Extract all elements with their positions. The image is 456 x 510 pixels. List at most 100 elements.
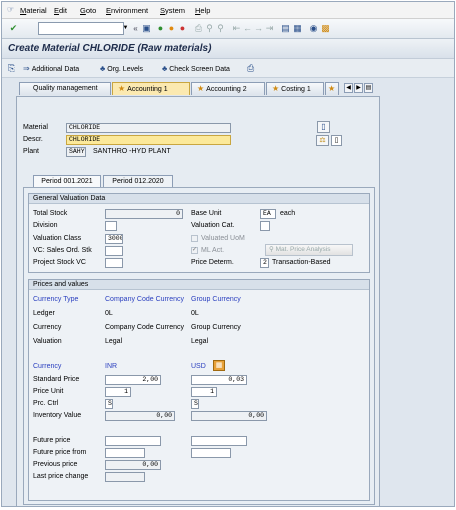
find-icon[interactable]: ⚲ xyxy=(204,23,215,34)
tab-strip: Quality management ★ Accounting 1 ★ Accoun… xyxy=(2,80,454,96)
prc-ctrl-col2[interactable]: S xyxy=(191,399,199,409)
tab-quality-management[interactable]: Quality management xyxy=(19,82,111,95)
price-unit-col2[interactable]: 1 xyxy=(191,387,217,397)
tab-costing-1[interactable]: ★ Costing 1 xyxy=(266,82,324,95)
currency-toggle-icon[interactable]: ▦ xyxy=(213,360,225,371)
tab-period-001-2021[interactable]: Period 001.2021 xyxy=(33,175,101,187)
descr-label: Descr. xyxy=(23,136,43,143)
inventory-value-col1[interactable]: 0,00 xyxy=(105,411,175,421)
group-currency-header: Group Currency xyxy=(191,296,241,303)
last-page-icon[interactable]: ⇥ xyxy=(264,23,275,34)
base-unit-field[interactable]: EA xyxy=(260,209,276,219)
future-price-from-col2[interactable] xyxy=(191,448,231,458)
new-session-icon[interactable]: ▤ xyxy=(280,23,291,34)
future-price-from-label: Future price from xyxy=(33,449,87,456)
menu-system[interactable]: System xyxy=(160,6,185,15)
project-stock-vc-field[interactable] xyxy=(105,258,123,268)
tab-label: Costing 1 xyxy=(281,86,311,93)
menu-help[interactable]: Help xyxy=(195,6,210,15)
future-price-col2[interactable] xyxy=(191,436,247,446)
document-icon[interactable]: ▯ xyxy=(331,135,342,146)
standard-price-col2[interactable]: 0,03 xyxy=(191,375,247,385)
next-page-icon[interactable]: → xyxy=(253,23,264,34)
plant-name: SANTHRO -HYD PLANT xyxy=(93,148,171,155)
ml-act-label: ML Act. xyxy=(201,247,225,254)
currency2-col1: INR xyxy=(105,363,118,370)
info-icon[interactable]: ▯ xyxy=(317,121,330,133)
menu-material[interactable]: Material xyxy=(20,6,47,15)
title-bar: Create Material CHLORIDE (Raw materials) xyxy=(2,39,454,59)
tab-icon: ★ xyxy=(197,84,205,93)
future-price-label: Future price xyxy=(33,437,71,444)
layout-icon[interactable]: ▩ xyxy=(320,23,331,34)
inventory-value-col2[interactable]: 0,00 xyxy=(191,411,267,421)
tab-scroll-right-icon[interactable]: ▶ xyxy=(354,83,363,93)
menu-goto[interactable]: Goto xyxy=(80,6,96,15)
mat-price-analysis-button[interactable]: ⚲ Mat. Price Analysis xyxy=(265,244,353,256)
material-field[interactable]: CHLORIDE xyxy=(66,123,231,133)
base-unit-label: Base Unit xyxy=(191,210,222,217)
tab-accounting-2[interactable]: ★ Accounting 2 xyxy=(191,82,265,95)
tab-accounting-1[interactable]: ★ Accounting 1 xyxy=(112,82,190,95)
price-determ-field[interactable]: 2 xyxy=(260,258,269,268)
scale-icon[interactable]: ⚖ xyxy=(316,135,329,146)
check-screen-data-label: Check Screen Data xyxy=(169,66,230,73)
collapse-icon[interactable]: « xyxy=(130,23,141,34)
change-icon[interactable]: ⎘ xyxy=(8,63,15,74)
find-next-icon[interactable]: ⚲ xyxy=(215,23,226,34)
check-screen-data-button[interactable]: ♣ Check Screen Data xyxy=(162,64,230,73)
price-determ-label: Price Determ. xyxy=(191,259,234,266)
save-icon[interactable]: ▣ xyxy=(141,23,152,34)
prc-ctrl-col1[interactable]: S xyxy=(105,399,113,409)
valuation-class-label: Valuation Class xyxy=(33,235,82,242)
cancel-icon[interactable]: ● xyxy=(177,23,188,34)
valuation-label: Valuation xyxy=(33,338,62,345)
enter-check-icon[interactable]: ✔ xyxy=(8,23,19,34)
additional-data-button[interactable]: ⇒ Additional Data xyxy=(23,64,79,73)
future-price-from-col1[interactable] xyxy=(105,448,145,458)
org-levels-button[interactable]: ♣ Org. Levels xyxy=(100,64,143,73)
tab-scroll-left-icon[interactable]: ◀ xyxy=(344,83,353,93)
general-valuation-section: General Valuation Data Total Stock 0 Bas… xyxy=(28,193,370,273)
tab-label: Accounting 2 xyxy=(206,86,247,93)
tab-more[interactable]: ★ xyxy=(325,82,339,95)
company-code-currency-header: Company Code Currency xyxy=(105,296,184,303)
last-price-change-field[interactable] xyxy=(105,472,145,482)
vc-sales-ord-stk-field[interactable] xyxy=(105,246,123,256)
total-stock-label: Total Stock xyxy=(33,210,68,217)
lock-icon[interactable]: ⎙ xyxy=(247,63,254,74)
future-price-col1[interactable] xyxy=(105,436,161,446)
tab-period-012-2020[interactable]: Period 012.2020 xyxy=(103,175,173,187)
back-icon[interactable]: ● xyxy=(155,23,166,34)
first-page-icon[interactable]: ⇤ xyxy=(231,23,242,34)
valuation-class-field[interactable]: 3000 xyxy=(105,234,123,244)
command-field[interactable] xyxy=(38,22,124,35)
exit-icon[interactable]: ● xyxy=(166,23,177,34)
total-stock-field[interactable]: 0 xyxy=(105,209,183,219)
standard-price-col1[interactable]: 2,00 xyxy=(105,375,161,385)
division-field[interactable] xyxy=(105,221,117,231)
shortcut-icon[interactable]: ▦ xyxy=(292,23,303,34)
print-icon[interactable]: ⎙ xyxy=(193,23,204,34)
tab-label: Quality management xyxy=(33,85,98,92)
price-analysis-icon: ⚲ xyxy=(269,246,276,253)
valuation-cat-field[interactable] xyxy=(260,221,270,231)
right-margin xyxy=(382,96,454,506)
period-panel: General Valuation Data Total Stock 0 Bas… xyxy=(23,187,375,505)
price-unit-col1[interactable]: 1 xyxy=(105,387,131,397)
currency2-col2: USD xyxy=(191,363,206,370)
base-unit-text: each xyxy=(280,210,296,217)
window-menu-icon[interactable]: ☞ xyxy=(7,5,14,14)
currency-type-label: Currency Type xyxy=(33,296,79,303)
previous-price-field[interactable]: 0,00 xyxy=(105,460,161,470)
tab-list-icon[interactable]: ▤ xyxy=(364,83,373,93)
help-icon[interactable]: ◉ xyxy=(308,23,319,34)
menu-edit[interactable]: Edit xyxy=(54,6,67,15)
previous-price-label: Previous price xyxy=(33,461,78,468)
plant-code-field[interactable]: SAHY xyxy=(66,147,86,157)
period-tabs: Period 001.2021 Period 012.2020 xyxy=(23,175,363,187)
prev-page-icon[interactable]: ← xyxy=(242,23,253,34)
system-toolbar: ✔ ▼ « ▣ ● ● ● ⎙ ⚲ ⚲ ⇤ ← → ⇥ ▤ ▦ ◉ ▩ xyxy=(2,19,454,39)
descr-field[interactable]: CHLORIDE xyxy=(66,135,231,145)
menu-environment[interactable]: Environment xyxy=(106,6,148,15)
